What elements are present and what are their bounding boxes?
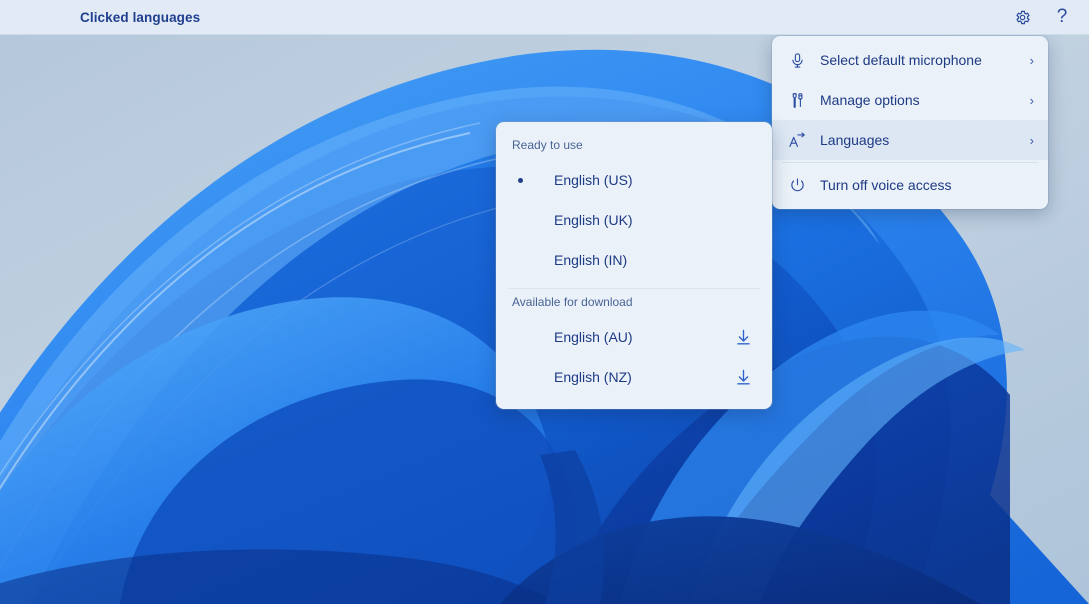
voice-access-context-menu: Select default microphone › Manage optio… [772,36,1048,209]
menu-item-languages[interactable]: Languages › [772,120,1048,160]
section-header-available-for-download: Available for download [512,295,633,309]
screen-root: Clicked languages ? Select default micro… [0,0,1089,604]
app-title-bar: Clicked languages ? [0,0,1089,35]
tools-icon [784,87,810,113]
menu-item-turn-off-voice-access[interactable]: Turn off voice access [772,165,1048,205]
languages-flyout-panel: Ready to use English (US) English (UK) E… [496,122,772,409]
language-label: English (UK) [554,212,633,228]
download-icon[interactable] [732,326,754,348]
language-label: English (IN) [554,252,628,268]
gear-icon[interactable] [1009,4,1035,30]
language-item-english-uk[interactable]: English (UK) [496,200,772,240]
download-icon[interactable] [732,366,754,388]
menu-item-label: Manage options [820,92,920,108]
help-icon[interactable]: ? [1049,4,1075,30]
section-header-ready-to-use: Ready to use [512,138,583,152]
language-label: English (NZ) [554,369,632,385]
language-label: English (US) [554,172,633,188]
menu-item-manage-options[interactable]: Manage options › [772,80,1048,120]
titlebar-actions: ? [1009,4,1089,30]
menu-item-label: Select default microphone [820,52,982,68]
chevron-right-icon: › [1029,92,1034,108]
menu-item-label: Turn off voice access [820,177,952,193]
power-icon [784,172,810,198]
menu-item-label: Languages [820,132,890,148]
language-item-english-nz[interactable]: English (NZ) [496,357,772,397]
chevron-right-icon: › [1029,52,1034,68]
translate-icon [784,127,810,153]
chevron-right-icon: › [1029,132,1034,148]
language-item-english-au[interactable]: English (AU) [496,317,772,357]
language-item-english-us[interactable]: English (US) [496,160,772,200]
language-item-english-in[interactable]: English (IN) [496,240,772,280]
page-title: Clicked languages [80,9,201,25]
menu-separator [782,162,1038,163]
menu-item-select-default-microphone[interactable]: Select default microphone › [772,40,1048,80]
microphone-icon [784,47,810,73]
selected-bullet-icon [512,177,528,183]
language-label: English (AU) [554,329,633,345]
